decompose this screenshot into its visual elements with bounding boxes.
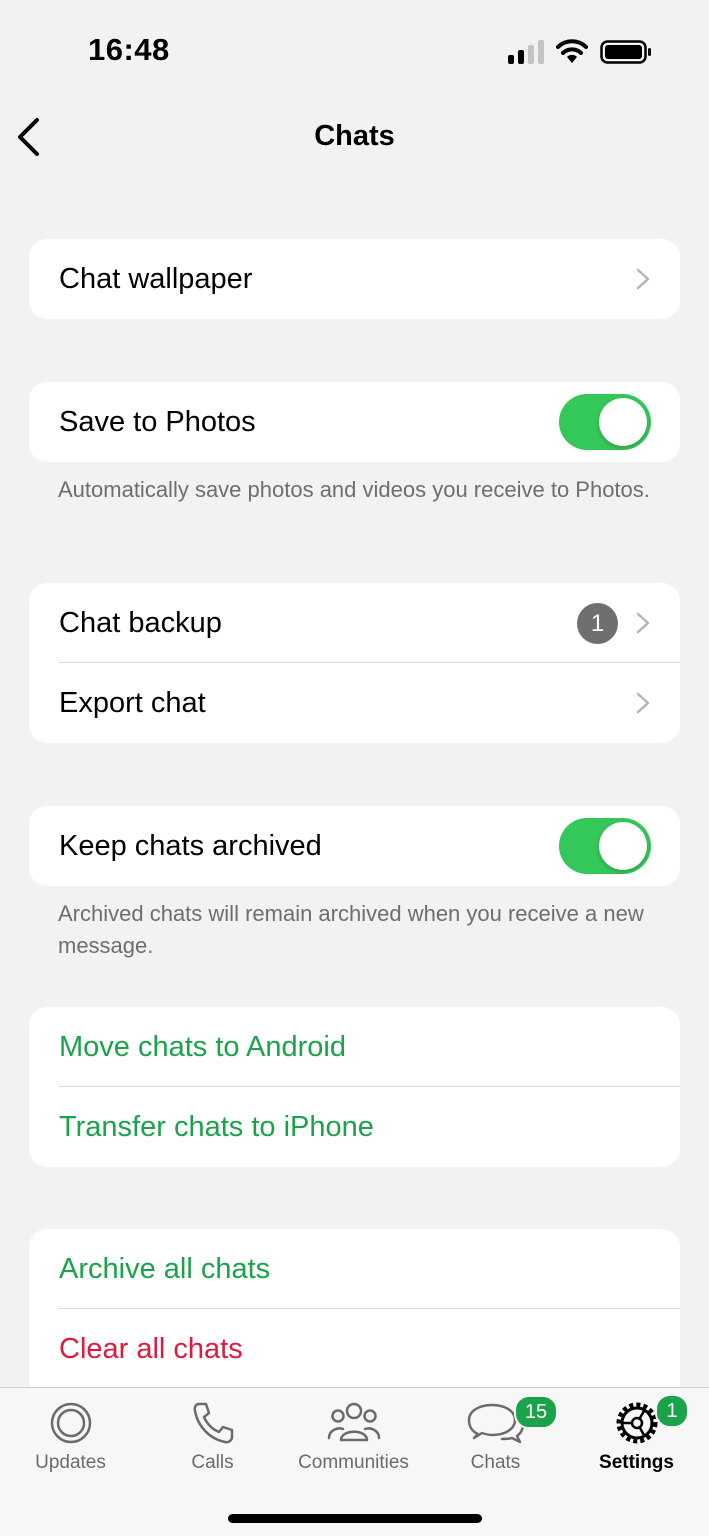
export-chat-label: Export chat: [59, 686, 206, 719]
clear-all-chats-label: Clear all chats: [59, 1332, 243, 1365]
transfer-chats-iphone-label: Transfer chats to iPhone: [59, 1110, 374, 1143]
toggle-knob: [599, 398, 647, 446]
toggle-knob: [599, 822, 647, 870]
keep-chats-archived-row: Keep chats archived: [29, 806, 680, 886]
chat-backup-row[interactable]: Chat backup 1: [29, 583, 680, 663]
status-bar: 16:48: [0, 0, 709, 100]
tab-settings[interactable]: 1 Settings: [566, 1388, 707, 1488]
status-time: 16:48: [88, 32, 170, 67]
wifi-icon: [556, 39, 588, 63]
save-photos-footnote: Automatically save photos and videos you…: [58, 477, 650, 502]
save-to-photos-toggle[interactable]: [559, 394, 651, 450]
chat-wallpaper-row[interactable]: Chat wallpaper: [29, 239, 680, 319]
tab-settings-label: Settings: [599, 1452, 674, 1473]
keep-chats-archived-toggle[interactable]: [559, 818, 651, 874]
move-chats-android-label: Move chats to Android: [59, 1030, 346, 1063]
tab-chats[interactable]: 15 Chats: [425, 1388, 566, 1488]
communities-icon: [327, 1402, 380, 1442]
wallpaper-group: Chat wallpaper: [29, 239, 680, 319]
battery-icon: [600, 40, 651, 64]
updates-icon: [50, 1402, 91, 1444]
archive-all-chats-label: Archive all chats: [59, 1252, 271, 1285]
chat-backup-label: Chat backup: [59, 606, 222, 639]
archived-group: Keep chats archived: [29, 806, 680, 886]
chat-backup-badge: 1: [577, 603, 618, 644]
home-indicator: [228, 1514, 482, 1523]
save-photos-group: Save to Photos: [29, 382, 680, 462]
move-chats-android-row[interactable]: Move chats to Android: [29, 1007, 680, 1087]
page-title: Chats: [314, 120, 395, 152]
export-chat-row[interactable]: Export chat: [29, 663, 680, 743]
backup-group: Chat backup 1 Export chat: [29, 583, 680, 743]
tab-bar: Updates Calls Communities 15 Chats 1 Set…: [0, 1387, 709, 1536]
cellular-signal-icon: [508, 40, 544, 64]
tab-updates-label: Updates: [35, 1452, 106, 1473]
chats-unread-badge: 15: [514, 1395, 558, 1429]
save-to-photos-label: Save to Photos: [59, 405, 256, 438]
chevron-right-icon: [636, 692, 650, 714]
tab-chats-label: Chats: [470, 1452, 521, 1473]
chevron-right-icon: [636, 612, 650, 634]
chevron-right-icon: [636, 268, 650, 290]
tab-updates[interactable]: Updates: [0, 1388, 141, 1488]
phone-icon: [193, 1402, 233, 1444]
transfer-group: Move chats to Android Transfer chats to …: [29, 1007, 680, 1167]
danger-group: Archive all chats Clear all chats: [29, 1229, 680, 1387]
chat-wallpaper-label: Chat wallpaper: [59, 262, 253, 295]
tab-communities-label: Communities: [298, 1452, 409, 1473]
archived-footnote: Archived chats will remain archived when…: [58, 901, 644, 958]
tab-calls-label: Calls: [191, 1452, 234, 1473]
keep-chats-archived-label: Keep chats archived: [59, 829, 322, 862]
save-to-photos-row: Save to Photos: [29, 382, 680, 462]
settings-badge: 1: [655, 1394, 689, 1428]
tab-calls[interactable]: Calls: [142, 1388, 283, 1488]
settings-gear-icon: [616, 1402, 657, 1444]
tab-communities[interactable]: Communities: [283, 1388, 424, 1488]
archive-all-chats-row[interactable]: Archive all chats: [29, 1229, 680, 1309]
transfer-chats-iphone-row[interactable]: Transfer chats to iPhone: [29, 1087, 680, 1167]
clear-all-chats-row[interactable]: Clear all chats: [29, 1309, 680, 1387]
